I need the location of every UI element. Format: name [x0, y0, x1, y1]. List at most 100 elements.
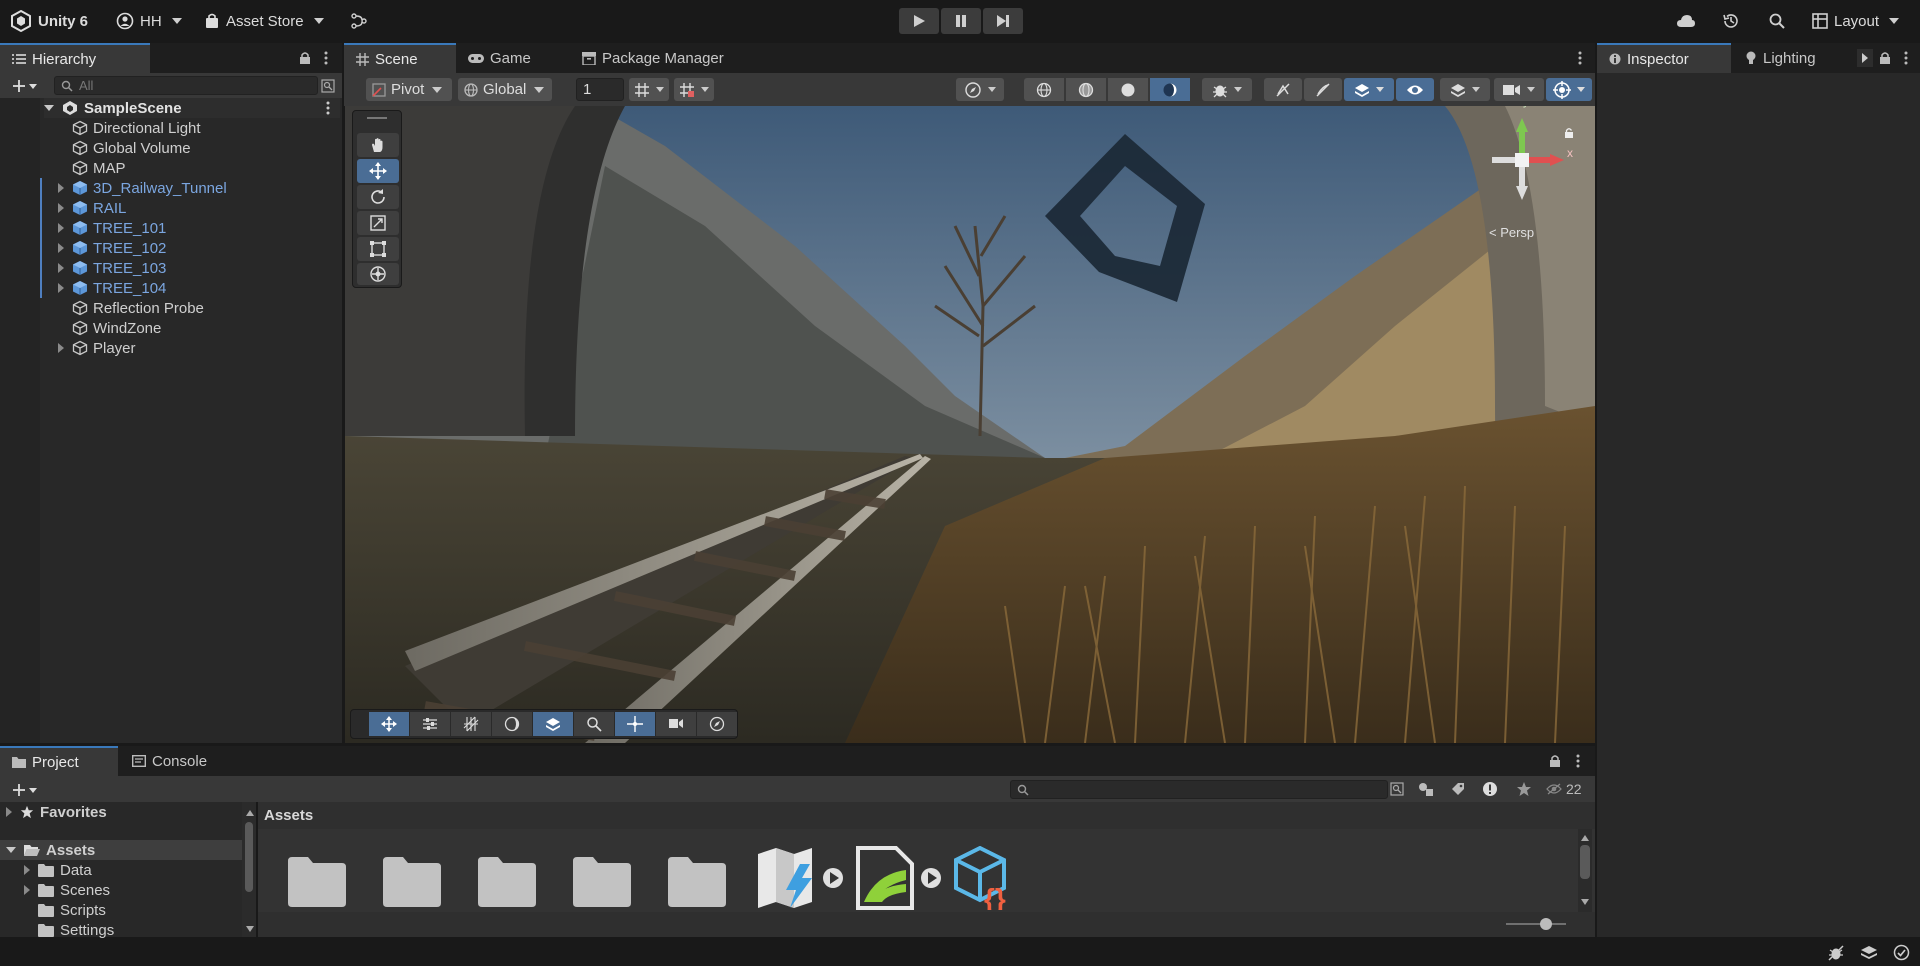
project-tree-item[interactable]: Scripts	[24, 900, 106, 920]
lock-button[interactable]	[298, 50, 312, 66]
tab-console[interactable]: Console	[120, 746, 219, 776]
scene-menu-button[interactable]	[1574, 50, 1586, 66]
asset-folder[interactable]	[381, 853, 443, 909]
hierarchy-item[interactable]: 3D_Railway_Tunnel	[40, 178, 227, 198]
scroll-thumb[interactable]	[245, 822, 253, 892]
move-tool[interactable]	[357, 159, 399, 183]
expand-arrow-icon[interactable]	[58, 203, 64, 213]
favorites-row[interactable]: Favorites	[6, 802, 107, 822]
tab-scene[interactable]: Scene	[344, 43, 456, 73]
assets-root-row[interactable]: Assets	[0, 840, 242, 860]
hierarchy-item[interactable]: TREE_103	[40, 258, 166, 278]
tab-inspector[interactable]: Inspector	[1597, 43, 1731, 73]
cloud-button[interactable]	[1676, 9, 1696, 33]
tab-overflow-button[interactable]	[1857, 49, 1873, 67]
expand-arrow-icon[interactable]	[24, 865, 30, 875]
overlay-search-button[interactable]	[574, 712, 614, 736]
status-ok-button[interactable]	[1893, 944, 1910, 965]
projection-toggle[interactable]: < Persp	[1489, 225, 1534, 240]
effects-dropdown[interactable]	[1344, 78, 1394, 101]
asset-script-package[interactable]: {}	[952, 845, 1026, 914]
global-dropdown[interactable]: Global	[458, 78, 552, 101]
version-control-button[interactable]	[350, 9, 368, 33]
layers-dropdown[interactable]	[1440, 78, 1490, 101]
rotate-tool[interactable]	[357, 185, 399, 209]
scale-tool[interactable]	[357, 211, 399, 235]
project-tree-item[interactable]: Data	[24, 860, 92, 880]
scene-menu-button[interactable]	[326, 101, 330, 119]
hierarchy-search[interactable]: All	[54, 76, 318, 95]
gizmo-lock-icon[interactable]	[1564, 126, 1574, 143]
filter-by-type-button[interactable]	[1416, 781, 1436, 797]
hierarchy-item[interactable]: RAIL	[40, 198, 126, 218]
project-menu-button[interactable]	[1572, 753, 1584, 769]
grid-snapping-dropdown[interactable]	[629, 78, 669, 101]
asset-store-dropdown[interactable]: Asset Store	[204, 9, 324, 33]
expand-arrow-icon[interactable]	[58, 223, 64, 233]
pivot-dropdown[interactable]: Pivot	[366, 78, 452, 101]
tab-package-manager[interactable]: Package Manager	[570, 43, 736, 73]
tab-game[interactable]: Game	[456, 43, 543, 73]
expand-arrow-icon[interactable]	[58, 243, 64, 253]
search-scope-button[interactable]	[1388, 781, 1406, 797]
filter-by-label-button[interactable]	[1448, 781, 1468, 797]
create-dropdown[interactable]	[8, 77, 42, 94]
hierarchy-item[interactable]: Player	[58, 338, 136, 358]
scene-viewport[interactable]: y x < Persp	[345, 106, 1595, 743]
shaded-wireframe-button[interactable]	[1066, 78, 1106, 101]
filter-log-button[interactable]	[1480, 781, 1500, 797]
camera-dropdown[interactable]	[1494, 78, 1544, 101]
expand-arrow-icon[interactable]	[58, 263, 64, 273]
increment-snap-dropdown[interactable]	[674, 78, 714, 101]
pause-button[interactable]	[941, 8, 981, 34]
scroll-thumb[interactable]	[1580, 845, 1590, 879]
orientation-dropdown[interactable]	[956, 78, 1004, 101]
debug-mode-button[interactable]	[1827, 945, 1845, 965]
lighting-toggle[interactable]	[1264, 78, 1302, 101]
project-search[interactable]	[1010, 780, 1388, 799]
hierarchy-item[interactable]: MAP	[58, 158, 126, 178]
asset-folder[interactable]	[476, 853, 538, 909]
progress-button[interactable]	[1860, 945, 1878, 965]
transform-tool[interactable]	[357, 263, 399, 285]
expand-arrow-icon[interactable]	[24, 885, 30, 895]
project-tree-item[interactable]: Settings	[24, 920, 114, 940]
play-button[interactable]	[899, 8, 939, 34]
asset-folder[interactable]	[571, 853, 633, 909]
wireframe-button[interactable]	[1024, 78, 1064, 101]
project-lock-button[interactable]	[1548, 753, 1562, 769]
tree-scrollbar[interactable]	[242, 802, 256, 937]
overlay-grid-button[interactable]	[451, 712, 491, 736]
tab-hierarchy[interactable]: Hierarchy	[0, 43, 150, 73]
hierarchy-item[interactable]: TREE_101	[40, 218, 166, 238]
icon-size-slider-thumb[interactable]	[1540, 918, 1552, 930]
scroll-up-icon[interactable]	[246, 810, 254, 816]
gizmos-dropdown[interactable]	[1546, 78, 1592, 101]
expand-arrow-icon[interactable]	[58, 343, 64, 353]
hierarchy-item[interactable]: WindZone	[58, 318, 161, 338]
lit-button[interactable]	[1150, 78, 1190, 101]
project-create-dropdown[interactable]	[8, 781, 42, 798]
hierarchy-item[interactable]: TREE_102	[40, 238, 166, 258]
inspector-lock-button[interactable]	[1878, 50, 1892, 66]
asset-folder[interactable]	[286, 853, 348, 909]
hierarchy-item[interactable]: Global Volume	[58, 138, 191, 158]
overlay-layers-button[interactable]	[533, 712, 573, 736]
inspector-menu-button[interactable]	[1900, 50, 1912, 66]
debug-draw-dropdown[interactable]	[1202, 78, 1252, 101]
hierarchy-item[interactable]: Reflection Probe	[58, 298, 204, 318]
hierarchy-item[interactable]: Directional Light	[58, 118, 201, 138]
overlay-move-button[interactable]	[369, 712, 409, 736]
hierarchy-menu-button[interactable]	[320, 50, 332, 66]
overlay-lighting-button[interactable]	[492, 712, 532, 736]
icon-size-slider-track[interactable]	[1506, 923, 1566, 925]
rect-tool[interactable]	[357, 237, 399, 261]
overlay-compass-button[interactable]	[697, 712, 737, 736]
scroll-down-icon[interactable]	[246, 926, 254, 932]
tab-project[interactable]: Project	[0, 746, 118, 776]
shaded-button[interactable]	[1108, 78, 1148, 101]
unity-menu[interactable]: Unity 6	[10, 9, 88, 33]
grid-size-input[interactable]: 1	[576, 78, 624, 101]
hidden-packages-toggle[interactable]: 22	[1546, 781, 1582, 797]
visibility-toggle[interactable]	[1396, 78, 1434, 101]
